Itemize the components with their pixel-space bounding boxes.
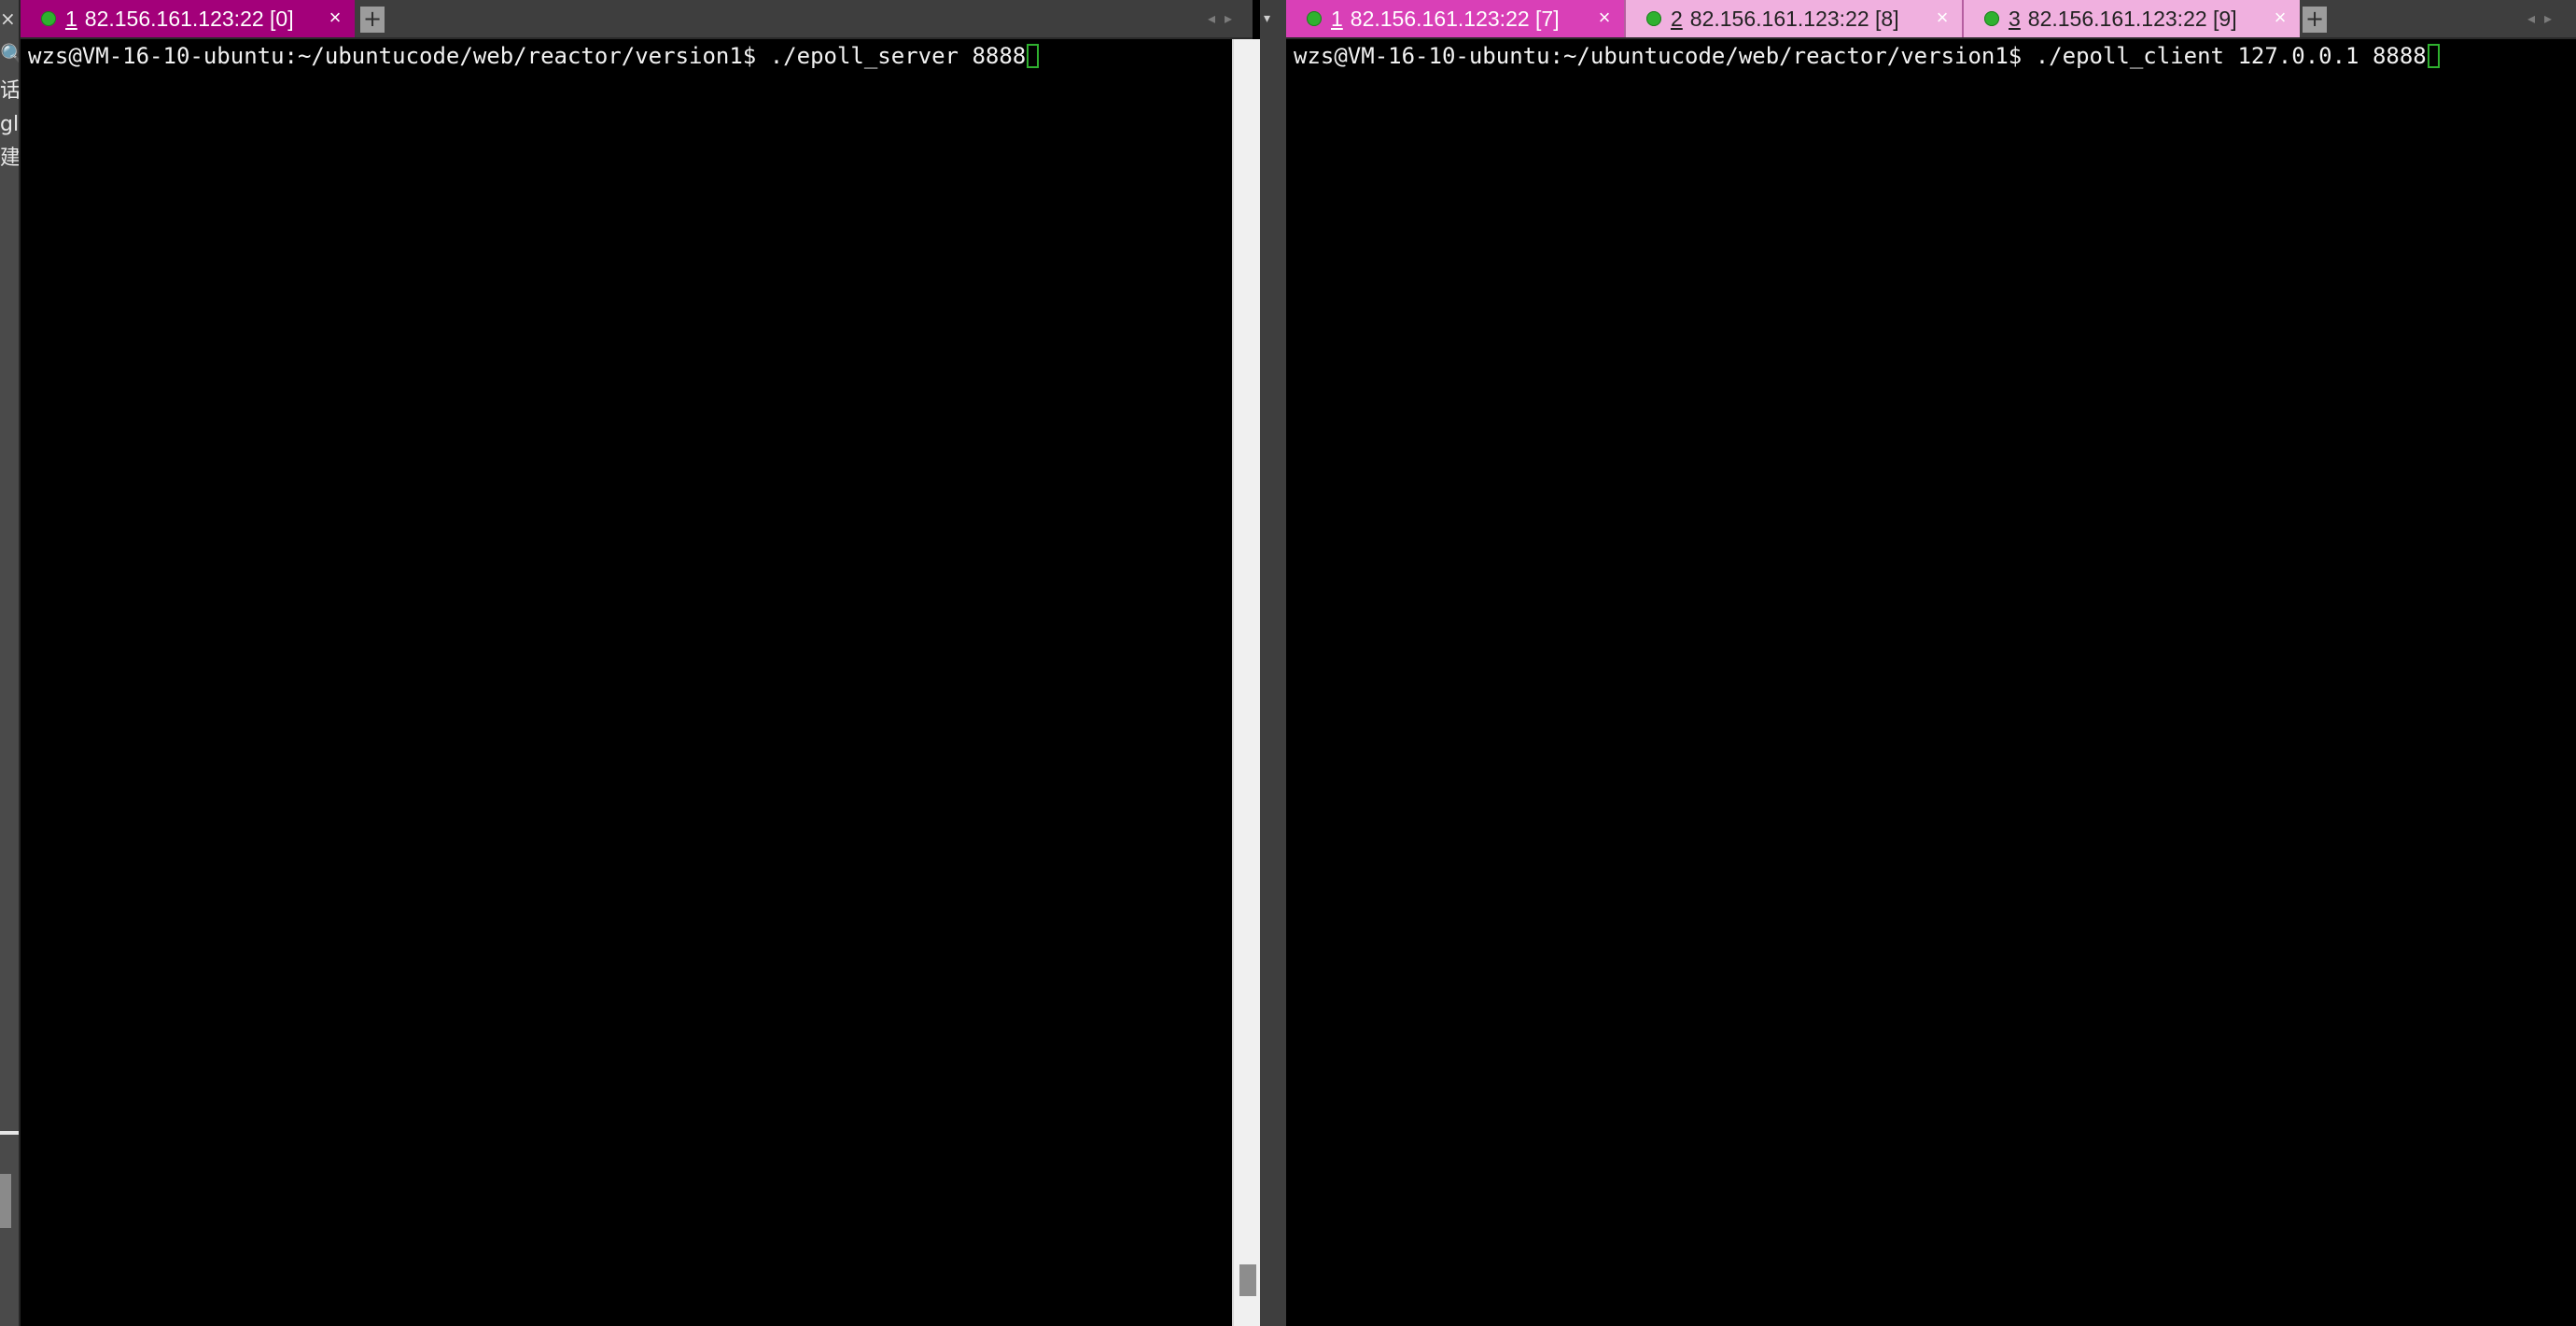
right-tab-bar: 1 82.156.161.123:22 [7] × 2 82.156.161.1… xyxy=(1286,0,2576,39)
close-icon[interactable]: × xyxy=(1932,4,1953,32)
sliver-scroll-thumb[interactable] xyxy=(0,1174,11,1228)
tab-label: 82.156.161.123:22 [8] xyxy=(1689,6,1899,31)
tab-scroll-right-icon[interactable]: ▸ xyxy=(2544,6,2552,32)
tab-label: 82.156.161.123:22 [7] xyxy=(1350,6,1560,31)
tab-session-left-1[interactable]: 1 82.156.161.123:22 [0] × xyxy=(21,0,355,37)
connected-status-icon xyxy=(41,11,56,26)
scrollbar-thumb[interactable] xyxy=(1239,1264,1256,1296)
terminal-line: wzs@VM-16-10-ubuntu:~/ubuntucode/web/rea… xyxy=(1294,39,2440,73)
app-window: × 🔍 话 gli 建s 1 82.156.161.123:22 [0] × +… xyxy=(0,0,2576,1326)
connected-status-icon xyxy=(1646,11,1661,26)
tab-label: 82.156.161.123:22 [9] xyxy=(2027,6,2237,31)
tab-list-dropdown-icon[interactable]: ▾ xyxy=(1264,6,1270,32)
shell-prompt: wzs@VM-16-10-ubuntu:~/ubuntucode/web/rea… xyxy=(1294,43,2023,69)
tab-session-right-2[interactable]: 2 82.156.161.123:22 [8] × xyxy=(1624,0,1962,37)
add-tab-icon[interactable]: + xyxy=(2303,7,2327,33)
tab-number: 1 xyxy=(1331,6,1343,31)
close-icon[interactable]: × xyxy=(1594,4,1615,32)
tab-session-right-3[interactable]: 3 82.156.161.123:22 [9] × xyxy=(1962,0,2300,37)
left-terminal-scrollbar[interactable] xyxy=(1232,39,1260,1326)
tab-label: 82.156.161.123:22 [0] xyxy=(84,6,294,31)
shell-command: ./epoll_server 8888 xyxy=(756,43,1027,69)
tab-number: 2 xyxy=(1671,6,1683,31)
terminal-output[interactable]: wzs@VM-16-10-ubuntu:~/ubuntucode/web/rea… xyxy=(21,39,1253,1326)
connected-status-icon xyxy=(1984,11,1999,26)
terminal-line: wzs@VM-16-10-ubuntu:~/ubuntucode/web/rea… xyxy=(28,39,1040,73)
shell-prompt: wzs@VM-16-10-ubuntu:~/ubuntucode/web/rea… xyxy=(28,43,757,69)
tab-scroll-left-icon[interactable]: ◂ xyxy=(1208,6,1215,32)
close-icon[interactable]: × xyxy=(0,6,21,32)
terminal-cursor xyxy=(2427,44,2440,68)
search-icon[interactable]: 🔍 xyxy=(0,43,21,69)
pane-splitter[interactable]: ▾ xyxy=(1260,0,1286,1326)
close-icon[interactable]: × xyxy=(2270,4,2290,32)
tab-number: 1 xyxy=(65,6,77,31)
background-window-sliver: × 🔍 话 gli 建s xyxy=(0,0,21,1326)
tab-scroll-left-icon[interactable]: ◂ xyxy=(2527,6,2535,32)
left-terminal-pane: 1 82.156.161.123:22 [0] × + ◂ ▸ wzs@VM-1… xyxy=(21,0,1253,1326)
sliver-text: gli xyxy=(0,113,21,136)
tab-scroll-arrows: ◂ ▸ xyxy=(2527,6,2552,32)
sliver-text: 建s xyxy=(0,147,21,170)
tab-number: 3 xyxy=(2009,6,2021,31)
right-terminal-pane: 1 82.156.161.123:22 [7] × 2 82.156.161.1… xyxy=(1286,0,2576,1326)
tab-session-right-1[interactable]: 1 82.156.161.123:22 [7] × xyxy=(1286,0,1624,37)
add-tab-icon[interactable]: + xyxy=(360,7,385,33)
tab-scroll-arrows: ◂ ▸ xyxy=(1208,6,1232,32)
tab-scroll-right-icon[interactable]: ▸ xyxy=(1225,6,1232,32)
left-tab-bar: 1 82.156.161.123:22 [0] × + ◂ ▸ xyxy=(21,0,1253,39)
connected-status-icon xyxy=(1307,11,1322,26)
divider xyxy=(0,1131,21,1135)
sliver-text: 话 xyxy=(0,79,21,103)
close-icon[interactable]: × xyxy=(325,4,345,32)
terminal-cursor xyxy=(1027,44,1040,68)
shell-command: ./epoll_client 127.0.0.1 8888 xyxy=(2022,43,2427,69)
terminal-output[interactable]: wzs@VM-16-10-ubuntu:~/ubuntucode/web/rea… xyxy=(1286,39,2576,1326)
